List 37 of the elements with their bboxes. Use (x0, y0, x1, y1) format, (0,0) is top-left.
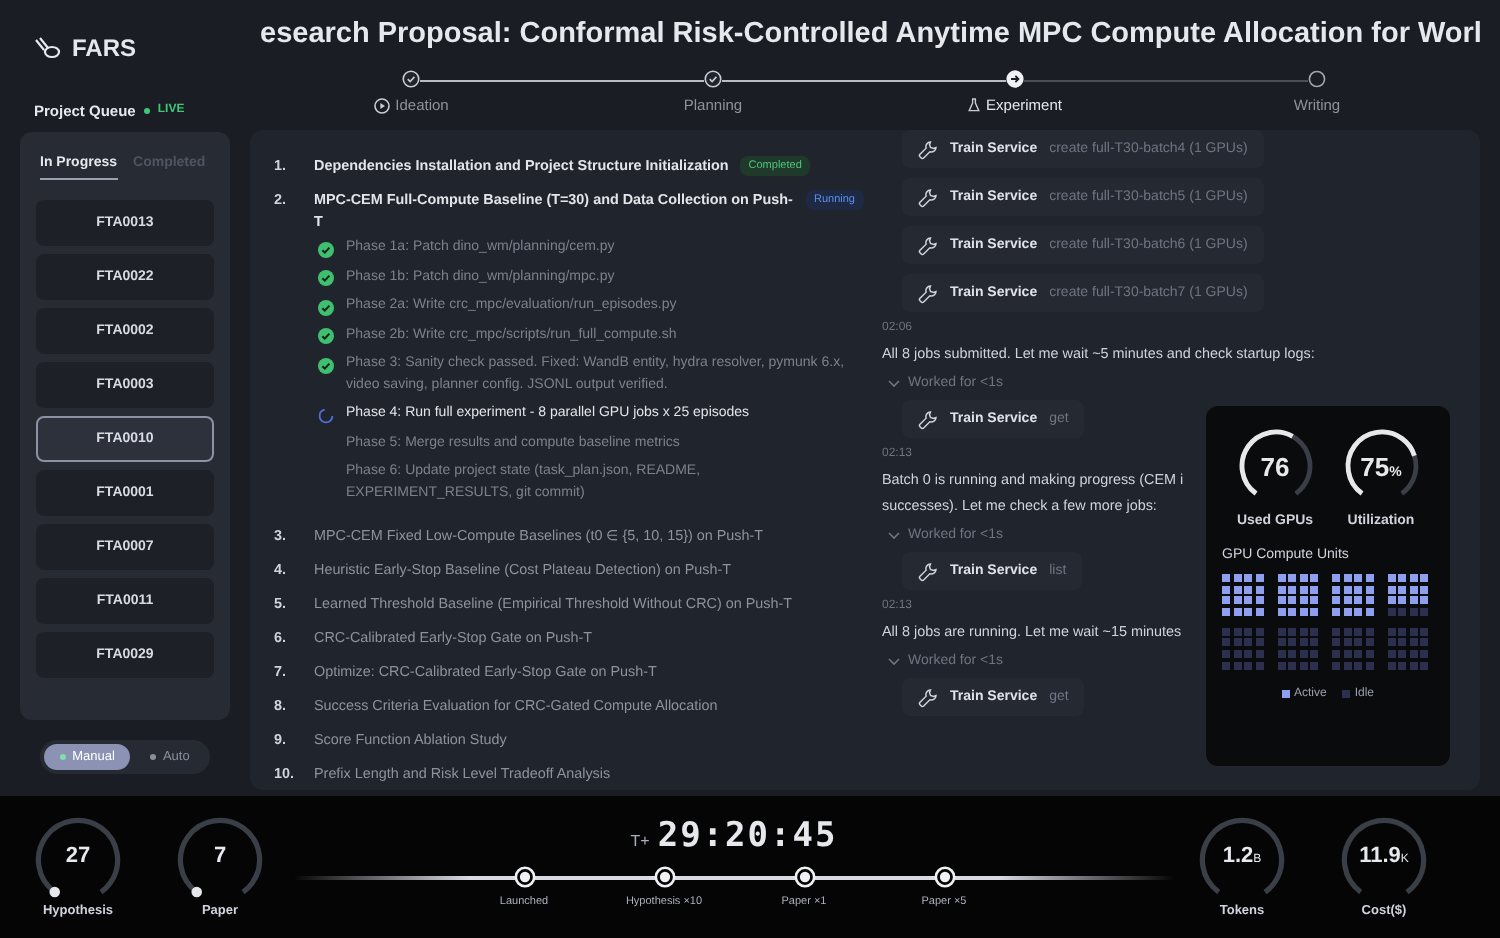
milestone-icon (793, 866, 815, 888)
proposal-title: esearch Proposal: Conformal Risk-Controlled Anytime MPC Compute Allocation for Worl (260, 18, 1482, 50)
chevron-icon (888, 379, 900, 387)
check-icon (318, 328, 334, 344)
check-icon (318, 270, 334, 286)
check-icon (318, 299, 334, 315)
gauge-value: 7 (213, 844, 227, 868)
timer-prefix: T+ (630, 832, 650, 850)
live-dot (143, 107, 150, 113)
wrench-icon (918, 687, 938, 707)
milestone-icon (653, 866, 675, 888)
legend-swatch (1342, 689, 1351, 698)
elapsed-timer: 29:20:45 (657, 816, 838, 856)
legend-swatch (1281, 689, 1290, 698)
wrench-icon (918, 409, 938, 429)
milestone-icon (933, 866, 955, 888)
chevron-icon (888, 657, 900, 665)
wrench-icon (918, 561, 938, 581)
chevron-icon (888, 531, 900, 539)
wrench-icon (918, 187, 938, 207)
milestone-icon (513, 866, 535, 888)
app-name: FARS (72, 34, 137, 62)
check-circle-icon (704, 70, 722, 88)
flask-icon (968, 98, 981, 112)
wrench-icon (918, 283, 938, 303)
check-circle-icon (402, 70, 420, 88)
gauge-value: 27 (65, 844, 91, 868)
play-icon (373, 97, 390, 113)
empty-circle-icon (1308, 70, 1326, 88)
spinner-icon (318, 407, 334, 423)
arrow-circle-icon (1006, 70, 1024, 88)
wrench-icon (918, 139, 938, 159)
wrench-icon (918, 235, 938, 255)
check-icon (318, 357, 334, 373)
gauge-value: 76 (1260, 451, 1290, 481)
logo-icon (34, 36, 62, 60)
check-icon (318, 241, 334, 257)
